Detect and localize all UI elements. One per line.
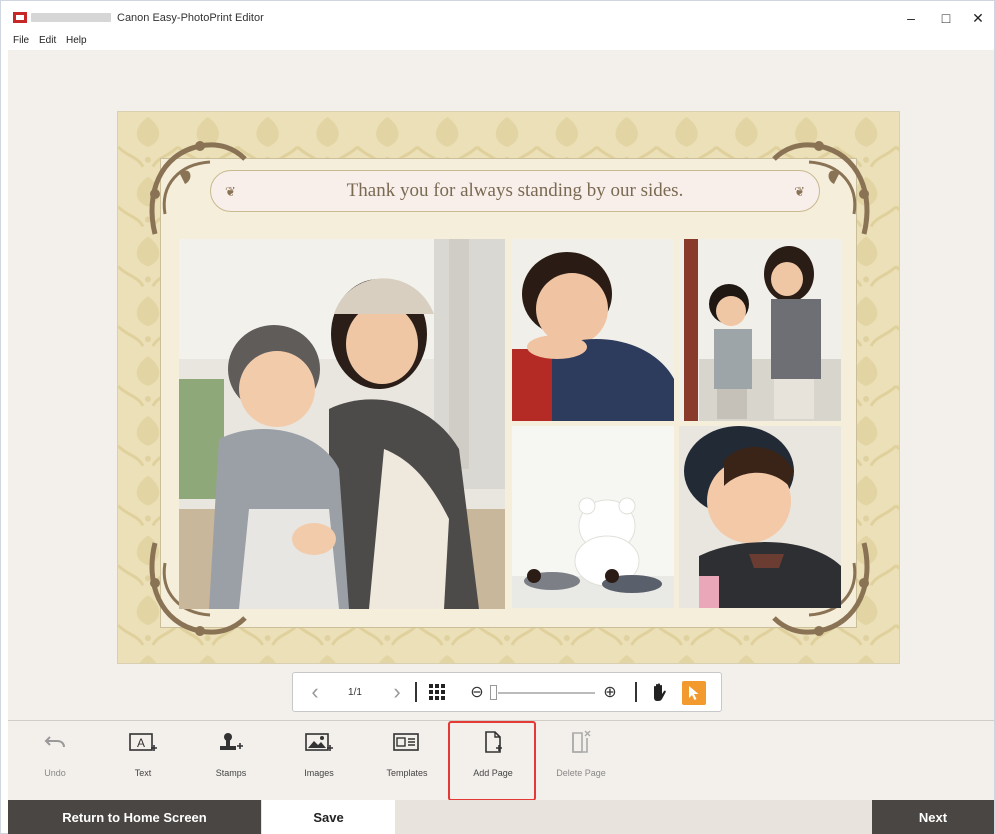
menu-bar: File Edit Help bbox=[1, 34, 994, 50]
select-tool-button[interactable] bbox=[682, 681, 706, 705]
images-tool-button[interactable]: Images bbox=[284, 728, 354, 788]
grid-view-button[interactable] bbox=[425, 673, 449, 711]
title-bar: Canon Easy-PhotoPrint Editor – □ ✕ bbox=[1, 1, 994, 35]
save-button[interactable]: Save bbox=[262, 800, 395, 834]
undo-label: Undo bbox=[44, 768, 66, 778]
text-tool-label: Text bbox=[134, 768, 152, 778]
add-page-label: Add Page bbox=[473, 768, 513, 778]
photo-girl-leaning bbox=[512, 239, 674, 421]
templates-tool-button[interactable]: Templates bbox=[372, 728, 442, 788]
return-to-home-button[interactable]: Return to Home Screen bbox=[8, 800, 261, 834]
photo-slot-5[interactable] bbox=[679, 426, 841, 608]
page-navigation-bar: ‹ 1/1 › ⊖ ⊕ bbox=[292, 672, 722, 712]
app-icon bbox=[13, 12, 27, 23]
photo-slot-1[interactable] bbox=[179, 239, 505, 609]
photo-slot-4[interactable] bbox=[512, 426, 674, 608]
photo-boy-smiling bbox=[679, 426, 841, 608]
add-page-icon bbox=[485, 731, 502, 753]
stamps-icon bbox=[220, 733, 243, 750]
window-title: Canon Easy-PhotoPrint Editor bbox=[117, 12, 264, 24]
stamps-tool-label: Stamps bbox=[215, 768, 247, 778]
leaf-ornament-right-icon: ❦ bbox=[794, 184, 805, 199]
zoom-out-button[interactable]: ⊖ bbox=[465, 673, 489, 711]
next-page-button[interactable]: › bbox=[383, 673, 411, 711]
delete-page-button[interactable]: Delete Page bbox=[546, 728, 616, 788]
arrow-pointer-icon bbox=[689, 686, 699, 700]
zoom-slider-thumb[interactable] bbox=[490, 685, 497, 700]
divider bbox=[635, 682, 637, 702]
add-page-button[interactable]: Add Page bbox=[458, 728, 528, 788]
menu-file[interactable]: File bbox=[13, 35, 29, 46]
maximize-button[interactable]: □ bbox=[929, 6, 963, 30]
message-banner[interactable]: ❦ Thank you for always standing by our s… bbox=[210, 170, 820, 212]
images-icon bbox=[305, 733, 333, 751]
leaf-ornament-left-icon: ❦ bbox=[225, 184, 236, 199]
undo-icon bbox=[44, 736, 65, 748]
divider bbox=[415, 682, 417, 702]
delete-page-icon bbox=[572, 730, 591, 753]
banner-text: Thank you for always standing by our sid… bbox=[346, 180, 684, 201]
close-button[interactable]: ✕ bbox=[961, 6, 995, 30]
hand-icon bbox=[654, 683, 666, 701]
stamps-tool-button[interactable]: Stamps bbox=[196, 728, 266, 788]
next-button[interactable]: Next bbox=[872, 800, 994, 834]
templates-tool-label: Templates bbox=[386, 768, 428, 778]
photo-teddy-bear bbox=[512, 426, 674, 608]
menu-edit[interactable]: Edit bbox=[39, 35, 56, 46]
text-icon: A bbox=[129, 733, 157, 751]
templates-icon bbox=[393, 733, 419, 751]
page-indicator: 1/1 bbox=[348, 686, 362, 698]
minimize-button[interactable]: – bbox=[894, 6, 928, 30]
menu-help[interactable]: Help bbox=[66, 35, 87, 46]
images-tool-label: Images bbox=[304, 768, 334, 778]
text-tool-button[interactable]: A Text bbox=[108, 728, 178, 788]
delete-page-label: Delete Page bbox=[556, 768, 606, 778]
hand-tool-button[interactable] bbox=[645, 673, 673, 711]
zoom-slider-track[interactable] bbox=[498, 692, 595, 694]
photo-slot-3[interactable] bbox=[679, 239, 841, 421]
card-canvas[interactable]: ❦ Thank you for always standing by our s… bbox=[117, 111, 900, 664]
grid-icon bbox=[429, 684, 445, 700]
previous-page-button[interactable]: ‹ bbox=[301, 673, 329, 711]
photo-children-hugging bbox=[179, 239, 505, 609]
undo-button[interactable]: Undo bbox=[20, 728, 90, 788]
zoom-in-button[interactable]: ⊕ bbox=[598, 673, 622, 711]
photo-kids-standing bbox=[679, 239, 841, 421]
svg-text:A: A bbox=[137, 736, 145, 750]
photo-slot-2[interactable] bbox=[512, 239, 674, 421]
blurred-title-region bbox=[31, 13, 111, 22]
